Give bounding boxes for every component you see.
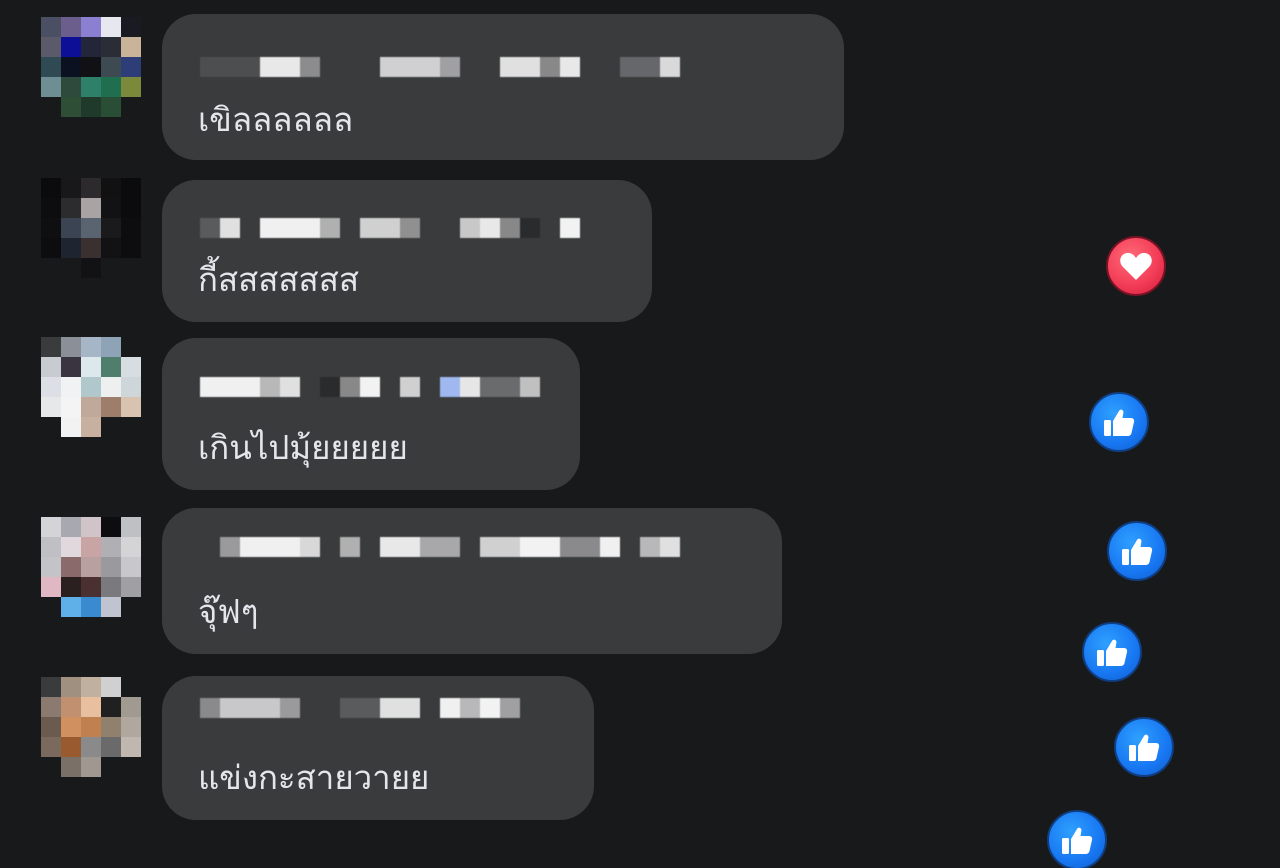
- comment-text: เขิลลลลลล: [198, 100, 354, 139]
- commenter-name-redacted: [200, 218, 580, 238]
- thumbs-up-icon: [1114, 717, 1174, 777]
- avatar[interactable]: [41, 17, 141, 117]
- comment-bubble[interactable]: [162, 508, 782, 654]
- commenter-name-redacted: [200, 537, 680, 557]
- comment-text: แข่งกะสายวายย: [198, 758, 430, 797]
- comment-text: กี้สสสสสสส: [198, 260, 359, 299]
- comment-thread: เขิลลลลลล กี้สสสสสสส เกินไปมุ้ยยยยย จุ๊ฟ…: [0, 0, 1280, 868]
- commenter-name-redacted: [200, 57, 680, 77]
- avatar[interactable]: [41, 517, 141, 617]
- comment-text: จุ๊ฟๆ: [198, 592, 259, 631]
- commenter-name-redacted: [200, 377, 540, 397]
- avatar[interactable]: [41, 178, 141, 278]
- thumbs-up-icon: [1089, 392, 1149, 452]
- comment-text: เกินไปมุ้ยยยยย: [198, 428, 408, 467]
- comment-bubble[interactable]: [162, 180, 652, 322]
- thumbs-up-icon: [1047, 810, 1107, 868]
- thumbs-up-icon: [1082, 622, 1142, 682]
- avatar[interactable]: [41, 337, 141, 437]
- commenter-name-redacted: [200, 698, 520, 718]
- avatar[interactable]: [41, 677, 141, 777]
- thumbs-up-icon: [1107, 521, 1167, 581]
- heart-icon: [1106, 236, 1166, 296]
